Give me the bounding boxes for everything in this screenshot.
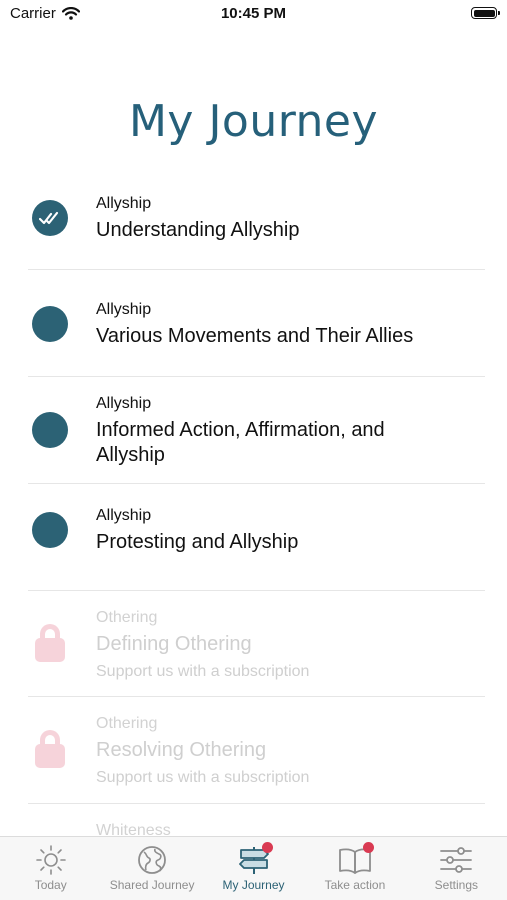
- journey-item-defining-othering[interactable]: Othering Defining Othering Support us wi…: [28, 591, 485, 697]
- subscription-prompt: Support us with a subscription: [96, 769, 310, 786]
- tab-today[interactable]: Today: [0, 837, 101, 900]
- globe-icon: [135, 845, 169, 875]
- status-bar: Carrier 10:45 PM: [0, 0, 507, 30]
- progress-dot-icon: [32, 512, 68, 548]
- tab-label: Today: [34, 878, 67, 892]
- item-title: Understanding Allyship: [96, 219, 300, 241]
- journey-item-various-movements[interactable]: Allyship Various Movements and Their All…: [28, 270, 485, 377]
- sliders-icon: [439, 845, 473, 875]
- tab-take-action[interactable]: Take action: [304, 837, 405, 900]
- tab-label: My Journey: [222, 878, 285, 892]
- journey-item-informed-action[interactable]: Allyship Informed Action, Affirmation, a…: [28, 377, 485, 484]
- book-icon: [338, 842, 374, 875]
- journey-item-understanding-allyship[interactable]: Allyship Understanding Allyship: [28, 164, 485, 270]
- notification-badge: [362, 842, 374, 853]
- tab-label: Shared Journey: [109, 878, 195, 892]
- sun-icon: [34, 845, 68, 875]
- completed-icon: [32, 200, 68, 236]
- tab-label: Settings: [434, 878, 478, 892]
- item-title: Informed Action, Affirmation, and Allysh…: [96, 419, 385, 466]
- item-title: Resolving Othering: [96, 739, 267, 761]
- item-category: Allyship: [96, 395, 152, 412]
- journey-list: Allyship Understanding Allyship Allyship…: [28, 164, 485, 875]
- item-category: Othering: [96, 715, 158, 732]
- tab-bar: Today Shared Journey My Journey Take act…: [0, 836, 507, 900]
- progress-dot-icon: [32, 412, 68, 448]
- lock-icon: [32, 729, 68, 768]
- item-title: Protesting and Allyship: [96, 531, 299, 553]
- battery-icon: [471, 7, 500, 19]
- item-category: Allyship: [96, 507, 152, 524]
- page-title: My Journey: [128, 96, 379, 147]
- signpost-icon: [237, 842, 273, 875]
- item-category: Othering: [96, 609, 158, 626]
- journey-item-protesting[interactable]: Allyship Protesting and Allyship: [28, 484, 485, 591]
- tab-shared-journey[interactable]: Shared Journey: [101, 837, 202, 900]
- tab-label: Take action: [324, 878, 386, 892]
- progress-dot-icon: [32, 306, 68, 342]
- tab-settings[interactable]: Settings: [406, 837, 507, 900]
- clock: 10:45 PM: [220, 5, 287, 22]
- journey-item-resolving-othering[interactable]: Othering Resolving Othering Support us w…: [28, 697, 485, 804]
- item-title: Various Movements and Their Allies: [96, 325, 414, 347]
- subscription-prompt: Support us with a subscription: [96, 663, 310, 680]
- notification-badge: [261, 842, 273, 853]
- tab-my-journey[interactable]: My Journey: [203, 837, 304, 900]
- item-category: Allyship: [96, 301, 152, 318]
- lock-icon: [32, 623, 68, 662]
- item-title: Defining Othering: [96, 633, 252, 655]
- item-category: Allyship: [96, 195, 152, 212]
